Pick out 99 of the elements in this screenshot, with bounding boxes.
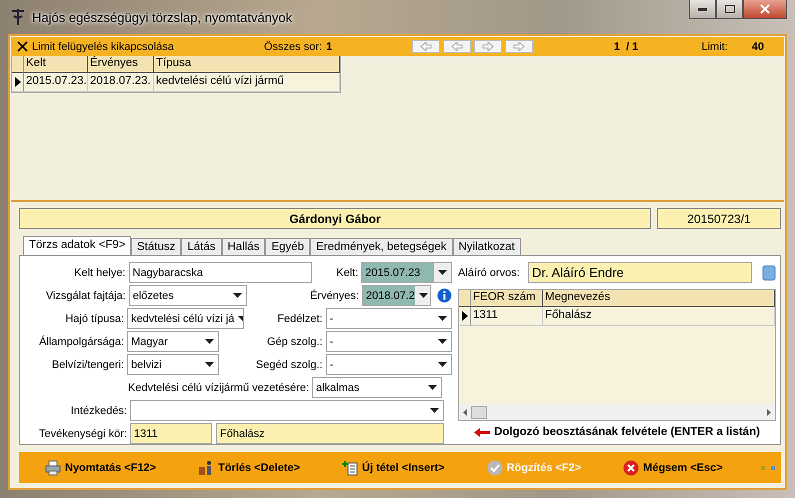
row-pointer-icon <box>462 311 468 322</box>
person-name: Gárdonyi Gábor <box>19 208 651 229</box>
horizontal-scrollbar[interactable] <box>459 404 775 420</box>
dropdown-field[interactable]: előzetes <box>128 285 248 306</box>
header-corner <box>459 290 471 308</box>
column-header[interactable]: Típusa <box>154 56 340 73</box>
dropdown-field[interactable]: Magyar <box>127 331 219 352</box>
book-icon[interactable] <box>762 264 776 280</box>
field-label: Intézkedés: <box>70 404 128 416</box>
date-field[interactable]: 2015.07.23 <box>361 262 452 283</box>
window-title: Hajós egészségügyi törzslap, nyomtatványok <box>32 10 292 24</box>
dropdown-arrow-icon[interactable] <box>438 316 447 321</box>
field-label: Fedélzet: <box>276 312 324 324</box>
total-label: Összes sor: <box>264 40 322 52</box>
column-header[interactable]: Érvényes <box>88 56 154 73</box>
column-header[interactable]: Megnevezés <box>543 290 775 308</box>
dropdown-field[interactable]: - <box>326 331 452 352</box>
field-label: Tevékenységi kör: <box>38 428 128 440</box>
table-cell: 2015.07.23. <box>24 73 88 92</box>
field-label: Segéd szolg.: <box>254 358 324 370</box>
field-label: Kelt: <box>335 266 360 278</box>
left-arrow-icon <box>474 428 490 436</box>
tab[interactable]: Nyilatkozat <box>452 238 521 256</box>
date-field[interactable]: 2018.07.2 <box>362 285 432 306</box>
tab[interactable]: Törzs adatok <F9> <box>23 236 131 256</box>
input-field[interactable]: Főhalász <box>216 423 444 444</box>
new-button[interactable]: Új tétel <Insert> <box>338 458 449 478</box>
left-arrow-icon <box>450 42 464 51</box>
scroll-left-icon[interactable] <box>463 408 467 416</box>
tab[interactable]: Látás <box>181 238 222 256</box>
row-pointer-icon <box>14 77 20 87</box>
dropdown-arrow-icon[interactable] <box>438 339 447 344</box>
field-label: Belvízi/tengeri: <box>50 358 126 370</box>
row-indicator[interactable] <box>459 307 471 326</box>
minimize-icon <box>698 8 707 10</box>
field-label: Hajó típusa: <box>64 312 126 324</box>
header-corner <box>12 56 24 73</box>
dropdown-field[interactable]: - <box>326 308 452 329</box>
field-label: Gép szolg.: <box>266 336 324 348</box>
check-icon <box>486 460 503 476</box>
page-indicator: 1 / 1 <box>612 40 640 52</box>
right-arrow-icon <box>481 42 496 51</box>
hint-text: Dolgozó beosztásának felvétele (ENTER a listán) <box>494 426 760 438</box>
column-header[interactable]: FEOR szám <box>471 290 543 308</box>
dropdown-arrow-icon[interactable] <box>438 362 447 367</box>
dropdown-arrow-icon[interactable] <box>204 339 214 344</box>
right-arrow-icon <box>512 42 526 51</box>
limit-toggle-label[interactable]: Limit felügyelés kikapcsolása <box>28 40 264 52</box>
field-label: Vizsgálat fajtája: <box>44 290 127 302</box>
field-label: Aláíró orvos: <box>458 266 521 278</box>
input-field[interactable]: Dr. Aláíró Endre <box>528 262 752 283</box>
table-cell: Főhalász <box>543 307 775 326</box>
maximize-button[interactable] <box>716 0 743 19</box>
dropdown-field[interactable]: alkalmas <box>312 377 442 398</box>
record-id: 20150723/1 <box>657 208 781 229</box>
dropdown-field[interactable]: belvizi <box>127 354 219 375</box>
input-field[interactable]: Nagybaracska <box>128 262 312 283</box>
left-arrow-icon <box>419 42 434 51</box>
new-item-icon <box>342 460 358 476</box>
limit-value: 40 <box>752 40 764 52</box>
print-button[interactable]: Nyomtatás <F12> <box>41 458 160 478</box>
dropdown-field[interactable]: kedvtelési célú vízi já <box>127 308 244 329</box>
input-field[interactable]: 1311 <box>130 423 212 444</box>
app-icon <box>10 8 26 26</box>
maximize-icon <box>724 5 734 13</box>
dropdown-field[interactable]: - <box>326 354 452 375</box>
dropdown-arrow-icon[interactable] <box>430 408 439 413</box>
info-icon[interactable] <box>437 288 452 303</box>
field-label: Kelt helye: <box>73 266 126 278</box>
field-label: Kedvtelési célú vízijármű vezetésére: <box>127 382 310 394</box>
table-cell: 2018.07.23. <box>88 73 154 92</box>
close-button[interactable] <box>743 0 787 19</box>
cancel-icon <box>623 460 640 476</box>
table-cell: kedvtelési célú vízi jármű <box>154 73 340 92</box>
dropdown-arrow-icon[interactable] <box>204 362 214 367</box>
dropdown-arrow-icon[interactable] <box>438 270 447 275</box>
dropdown-arrow-icon[interactable] <box>233 293 242 298</box>
tab[interactable]: Egyéb <box>265 238 310 256</box>
close-icon <box>760 4 770 14</box>
minimize-button[interactable] <box>689 0 716 19</box>
total-count: 1 <box>325 40 334 52</box>
field-label: Állampolgársága: <box>38 336 126 348</box>
limit-label: Limit: <box>701 40 728 52</box>
tab[interactable]: Eredmények, betegségek <box>310 238 452 256</box>
scroll-right-icon[interactable] <box>767 408 771 416</box>
dropdown-field[interactable] <box>130 400 444 421</box>
delete-button[interactable]: Törlés <Delete> <box>194 458 304 478</box>
table-cell: 1311 <box>471 307 543 326</box>
row-indicator[interactable] <box>12 73 24 92</box>
tab[interactable]: Státusz <box>131 238 182 256</box>
printer-icon <box>45 460 61 476</box>
close-icon[interactable] <box>17 41 28 52</box>
scroll-thumb[interactable] <box>471 406 487 418</box>
column-header[interactable]: Kelt <box>24 56 88 73</box>
cancel-button[interactable]: Mégsem <Esc> <box>619 458 727 478</box>
field-label: Érvényes: <box>309 290 360 302</box>
tab[interactable]: Hallás <box>222 238 266 256</box>
dropdown-arrow-icon[interactable] <box>428 385 437 390</box>
dropdown-arrow-icon[interactable] <box>418 293 428 298</box>
